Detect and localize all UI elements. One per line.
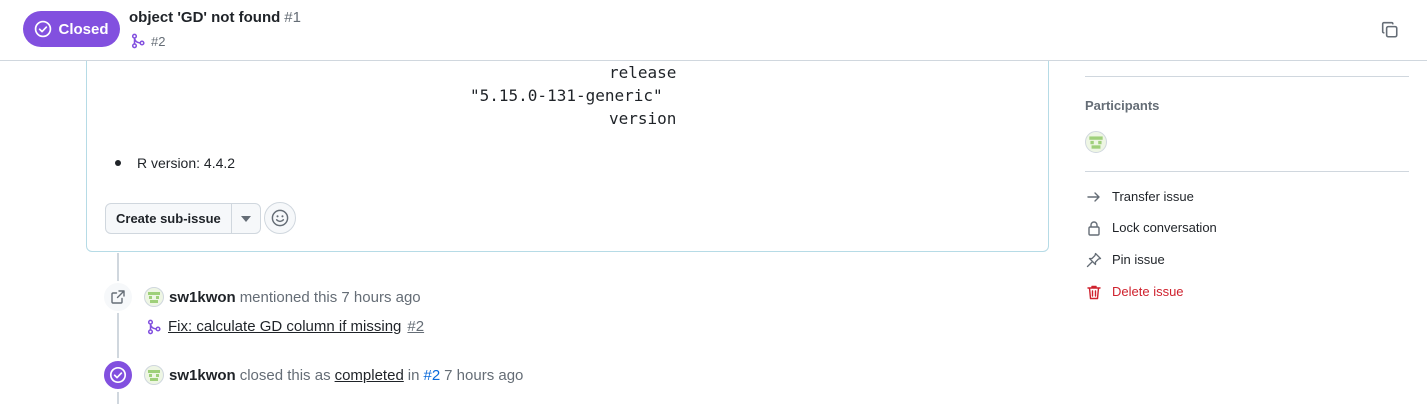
delete-issue-button[interactable]: Delete issue [1085,283,1184,300]
bullet-item: R version: 4.4.2 [115,155,235,171]
issue-number: #1 [284,9,301,26]
issue-sticky-header: Closed object 'GD' not found #1 #2 [0,0,1427,61]
code-line-release: release [609,63,677,82]
mention-action: mentioned this [239,288,338,306]
bullet-text: R version: 4.4.2 [137,155,236,171]
timeline-closed-row: sw1kwon closed this as completed in #2 7… [144,365,523,385]
mention-pr-number[interactable]: #2 [407,318,424,335]
code-line-kernel: "5.15.0-131-generic" [470,86,663,105]
mention-pr-link[interactable]: Fix: calculate GD column if missing #2 [146,318,424,335]
closed-action: closed this as [239,366,331,384]
triangle-down-icon [240,215,251,222]
identicon-icon [1089,136,1103,149]
lock-icon [1085,219,1102,236]
identicon-icon [148,292,160,303]
arrow-right-icon [1085,188,1102,205]
create-subissue-dropdown[interactable] [230,204,260,233]
avatar[interactable] [144,287,164,307]
participants-heading: Participants [1085,98,1160,113]
add-reaction-button[interactable] [264,202,296,234]
mention-pr-title[interactable]: Fix: calculate GD column if missing [168,318,401,335]
avatar[interactable] [144,365,164,385]
git-merge-icon [147,319,161,334]
smiley-icon [271,209,289,227]
delete-issue-label: Delete issue [1112,284,1184,299]
lock-conversation-button[interactable]: Lock conversation [1085,219,1217,236]
trash-icon [1085,283,1102,300]
issue-closed-icon [34,20,52,38]
code-line-version: version [609,109,677,128]
pin-issue-label: Pin issue [1112,252,1165,267]
closed-in-word: in [407,366,420,384]
issue-state-label: Closed [58,20,109,38]
participant-avatar[interactable] [1085,131,1107,153]
mention-author[interactable]: sw1kwon [169,289,236,306]
issue-closed-icon [109,366,127,384]
copy-button[interactable] [1378,18,1402,42]
closed-author[interactable]: sw1kwon [169,367,236,384]
timeline-closed-badge [102,359,134,391]
sidebar-divider [1085,171,1409,172]
copy-icon [1381,21,1398,38]
issue-title-text: object 'GD' not found [129,9,281,26]
mention-time[interactable]: 7 hours ago [341,289,420,306]
create-subissue-button-group: Create sub-issue [105,203,261,234]
timeline-mention-row: sw1kwon mentioned this 7 hours ago [144,287,421,307]
lock-conversation-label: Lock conversation [1112,220,1217,235]
comment-box: release "5.15.0-131-generic" version R v… [86,40,1049,252]
closed-ref-link[interactable]: #2 [423,367,440,384]
transfer-issue-button[interactable]: Transfer issue [1085,188,1194,205]
identicon-icon [148,370,160,381]
linked-pr[interactable]: #2 [130,33,165,49]
closed-time[interactable]: 7 hours ago [444,367,523,384]
issue-title: object 'GD' not found #1 [129,9,301,26]
pin-icon [1085,251,1102,268]
linked-pr-number: #2 [151,33,166,49]
link-external-icon [111,290,125,304]
pin-issue-button[interactable]: Pin issue [1085,251,1165,268]
bullet-dot [115,160,121,166]
issue-state-badge: Closed [23,11,120,47]
git-merge-icon [131,33,145,49]
transfer-issue-label: Transfer issue [1112,189,1194,204]
sidebar-divider [1085,76,1409,77]
timeline-mention-badge [102,281,134,313]
closed-reason-link[interactable]: completed [335,367,404,384]
create-subissue-button[interactable]: Create sub-issue [106,204,231,233]
